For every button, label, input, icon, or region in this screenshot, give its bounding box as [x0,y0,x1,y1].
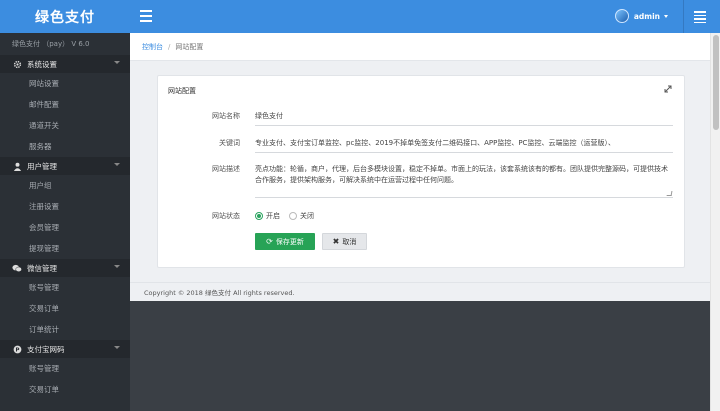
hamburger-menu-icon[interactable] [140,10,152,22]
sidebar-item-register-settings[interactable]: 注册设置 [0,196,130,217]
keywords-input[interactable]: 专业支付、支付宝订单监控、pc监控、2019不掉单免签支付二维码接口、APP监控… [255,138,673,153]
footer-copyright: Copyright © 2018 绿色支付 All rights reserve… [130,282,710,301]
caret-down-icon [114,163,120,166]
sidebar-group-users[interactable]: 用户管理 [0,157,130,175]
status-on-label[interactable]: 开启 [266,211,280,221]
username: admin [633,11,660,21]
breadcrumb-current: 网站配置 [175,42,204,51]
site-config-panel: 网站配置 网站名称 绿色支付 关键词 专业支付、支付宝订单监控、pc监控、201… [157,75,685,268]
sidebar-item-site-settings[interactable]: 网站设置 [0,73,130,94]
sidebar-item-withdraw-management[interactable]: 提现管理 [0,238,130,259]
status-off-label[interactable]: 关闭 [300,211,314,221]
alipay-icon: P [11,343,23,355]
description-label: 网站描述 [212,165,240,173]
sidebar-item-server[interactable]: 服务器 [0,136,130,157]
resize-handle-icon[interactable] [666,191,673,196]
user-icon [11,160,23,172]
sidebar-item-trade-orders[interactable]: 交易订单 [0,298,130,319]
sidebar-item-order-stats[interactable]: 订单统计 [0,319,130,340]
user-menu[interactable]: admin [614,9,668,23]
avatar [614,9,629,23]
chevron-down-icon [664,14,668,18]
sidebar: 绿色支付 绿色支付 （pay） V 6.0 系统设置 网站设置 邮件配置 通道开… [0,0,130,411]
breadcrumb-separator: / [168,42,171,51]
sidebar-group-label: 支付宝网码 [27,344,65,354]
scrollbar-thumb[interactable] [713,35,719,130]
close-icon: ✖ [332,237,340,246]
description-text: 亮点功能：轮循，商户，代理，后台多模块设置，稳定不掉单。市面上的玩法，该套系统该… [255,165,668,184]
save-button[interactable]: ⟳ 保存更新 [255,233,315,250]
caret-down-icon [114,265,120,268]
cancel-button[interactable]: ✖ 取消 [322,233,367,250]
expand-icon[interactable] [664,85,672,93]
breadcrumb-home-link[interactable]: 控制台 [142,42,163,52]
brand-logo[interactable]: 绿色支付 [0,0,130,33]
sidebar-item-alipay-orders[interactable]: 交易订单 [0,379,130,400]
status-radio-group: 开启 关闭 [255,211,673,221]
keywords-label: 关键词 [219,139,240,147]
cancel-button-label: 取消 [342,237,357,246]
sidebar-group-alipay[interactable]: P 支付宝网码 [0,340,130,358]
site-name-label: 网站名称 [212,112,240,120]
sidebar-group-label: 微信管理 [27,263,57,273]
page-scrollbar[interactable] [710,33,720,411]
sidebar-item-member-management[interactable]: 会员管理 [0,217,130,238]
main-content: 控制台 / 网站配置 网站配置 网站名称 绿色支付 关键词 专业支付、支付宝订单… [130,33,710,300]
sidebar-group-label: 用户管理 [27,161,57,171]
sidebar-item-alipay-accounts[interactable]: 账号管理 [0,358,130,379]
sidebar-group-label: 系统设置 [27,59,57,69]
panel-title: 网站配置 [168,87,196,95]
refresh-icon: ⟳ [266,237,273,246]
status-on-radio[interactable] [255,212,263,220]
gear-icon [11,58,23,70]
svg-text:P: P [15,347,19,353]
save-button-label: 保存更新 [275,237,304,246]
version-label: 绿色支付 （pay） V 6.0 [12,40,90,48]
sidebar-group-wechat[interactable]: 微信管理 [0,259,130,277]
sidebar-item-user-group[interactable]: 用户组 [0,175,130,196]
sidebar-group-system[interactable]: 系统设置 [0,55,130,73]
description-textarea[interactable]: 亮点功能：轮循，商户，代理，后台多模块设置，稳定不掉单。市面上的玩法，该套系统该… [255,164,673,198]
top-header: admin [130,0,720,33]
status-label: 网站状态 [212,212,240,220]
breadcrumb: 控制台 / 网站配置 [130,33,710,61]
sidebar-item-channel-switch[interactable]: 通道开关 [0,115,130,136]
sidebar-item-account-management[interactable]: 账号管理 [0,277,130,298]
caret-down-icon [114,346,120,349]
indent-toggle-icon[interactable] [694,11,706,23]
wechat-icon [11,262,23,274]
status-off-radio[interactable] [289,212,297,220]
header-divider [683,0,684,33]
site-name-input[interactable]: 绿色支付 [255,111,673,126]
sidebar-item-mail-config[interactable]: 邮件配置 [0,94,130,115]
caret-down-icon [114,61,120,64]
